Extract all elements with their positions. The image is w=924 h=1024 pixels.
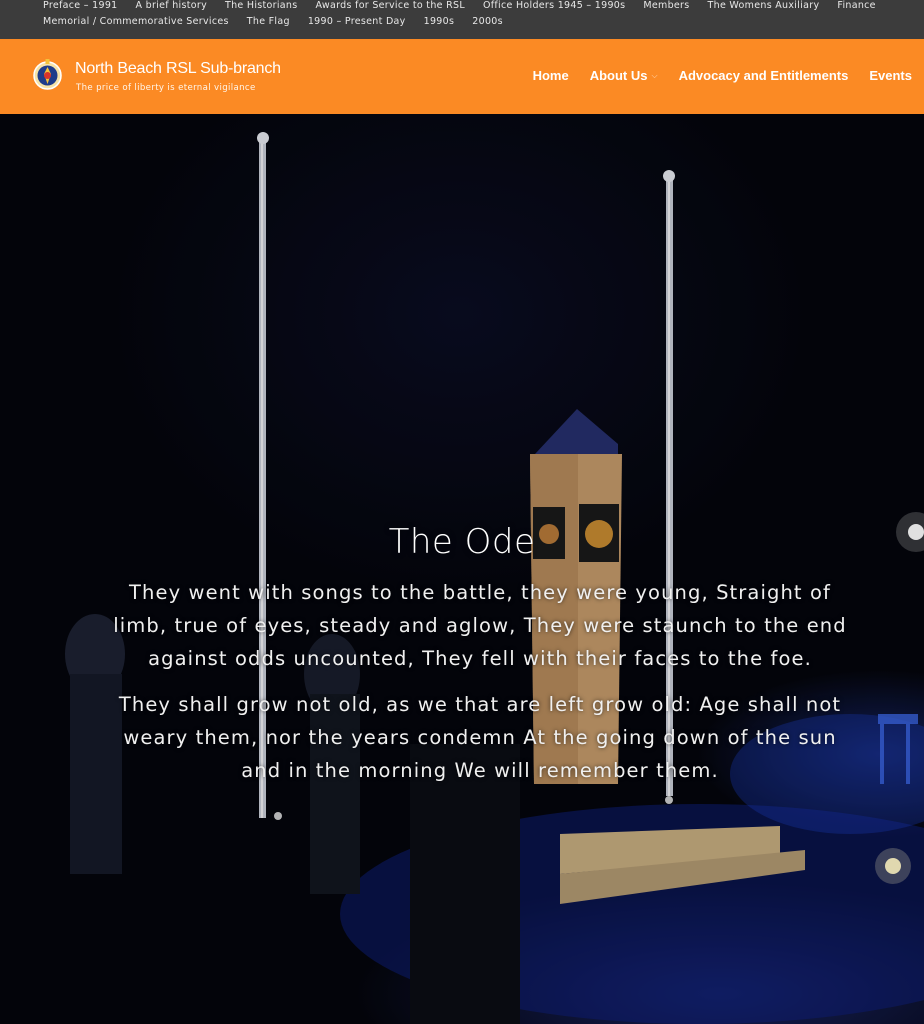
chevron-down-icon: ⌵ <box>651 70 658 80</box>
nav-events-label: Events <box>869 68 912 83</box>
top-menu-row-1: Preface – 1991 A brief history The Histo… <box>43 0 894 13</box>
top-menu-item[interactable]: Office Holders 1945 – 1990s <box>483 0 625 13</box>
top-menu-item[interactable]: The Flag <box>247 15 290 29</box>
top-menu-item[interactable]: The Womens Auxiliary <box>708 0 820 13</box>
nav-home-label: Home <box>532 68 569 83</box>
top-menu-item[interactable]: The Historians <box>225 0 298 13</box>
top-menu-item[interactable]: 1990s <box>424 15 455 29</box>
top-menu-item[interactable]: 1990 – Present Day <box>308 15 406 29</box>
top-menu-row-2: Memorial / Commemorative Services The Fl… <box>43 15 521 29</box>
top-menu-item[interactable]: 2000s <box>472 15 503 29</box>
top-menu-item[interactable]: Preface – 1991 <box>43 0 118 13</box>
top-menu-item[interactable]: A brief history <box>136 0 207 13</box>
nav-about-label: About Us <box>589 68 648 83</box>
ode-paragraph-2: They shall grow not old, as we that are … <box>118 693 842 782</box>
top-menu-item[interactable]: Awards for Service to the RSL <box>316 0 465 13</box>
nav-events[interactable]: Events <box>869 68 912 83</box>
top-menu-item[interactable]: Finance <box>837 0 875 13</box>
page-title: The Ode <box>388 522 536 562</box>
rsl-badge-logo[interactable] <box>33 57 62 94</box>
site-title[interactable]: North Beach RSL Sub-branch <box>75 60 281 78</box>
ode-paragraph-1: They went with songs to the battle, they… <box>113 581 847 670</box>
nav-home[interactable]: Home <box>533 68 569 83</box>
nav-about-us[interactable]: About Us ⌵ <box>590 68 658 83</box>
nav-advocacy[interactable]: Advocacy and Entitlements <box>679 68 849 83</box>
top-menu: Preface – 1991 A brief history The Histo… <box>0 0 924 39</box>
main-nav: Home About Us ⌵ Advocacy and Entitlement… <box>533 68 912 83</box>
hero-overlay <box>0 114 924 1024</box>
hero-section: The Ode They went with songs to the batt… <box>0 114 924 1024</box>
top-menu-item[interactable]: Memorial / Commemorative Services <box>43 15 229 29</box>
nav-advocacy-label: Advocacy and Entitlements <box>678 68 849 83</box>
site-header: North Beach RSL Sub-branch The price of … <box>0 39 924 114</box>
site-tagline: The price of liberty is eternal vigilanc… <box>76 83 256 93</box>
top-menu-item[interactable]: Members <box>643 0 689 13</box>
